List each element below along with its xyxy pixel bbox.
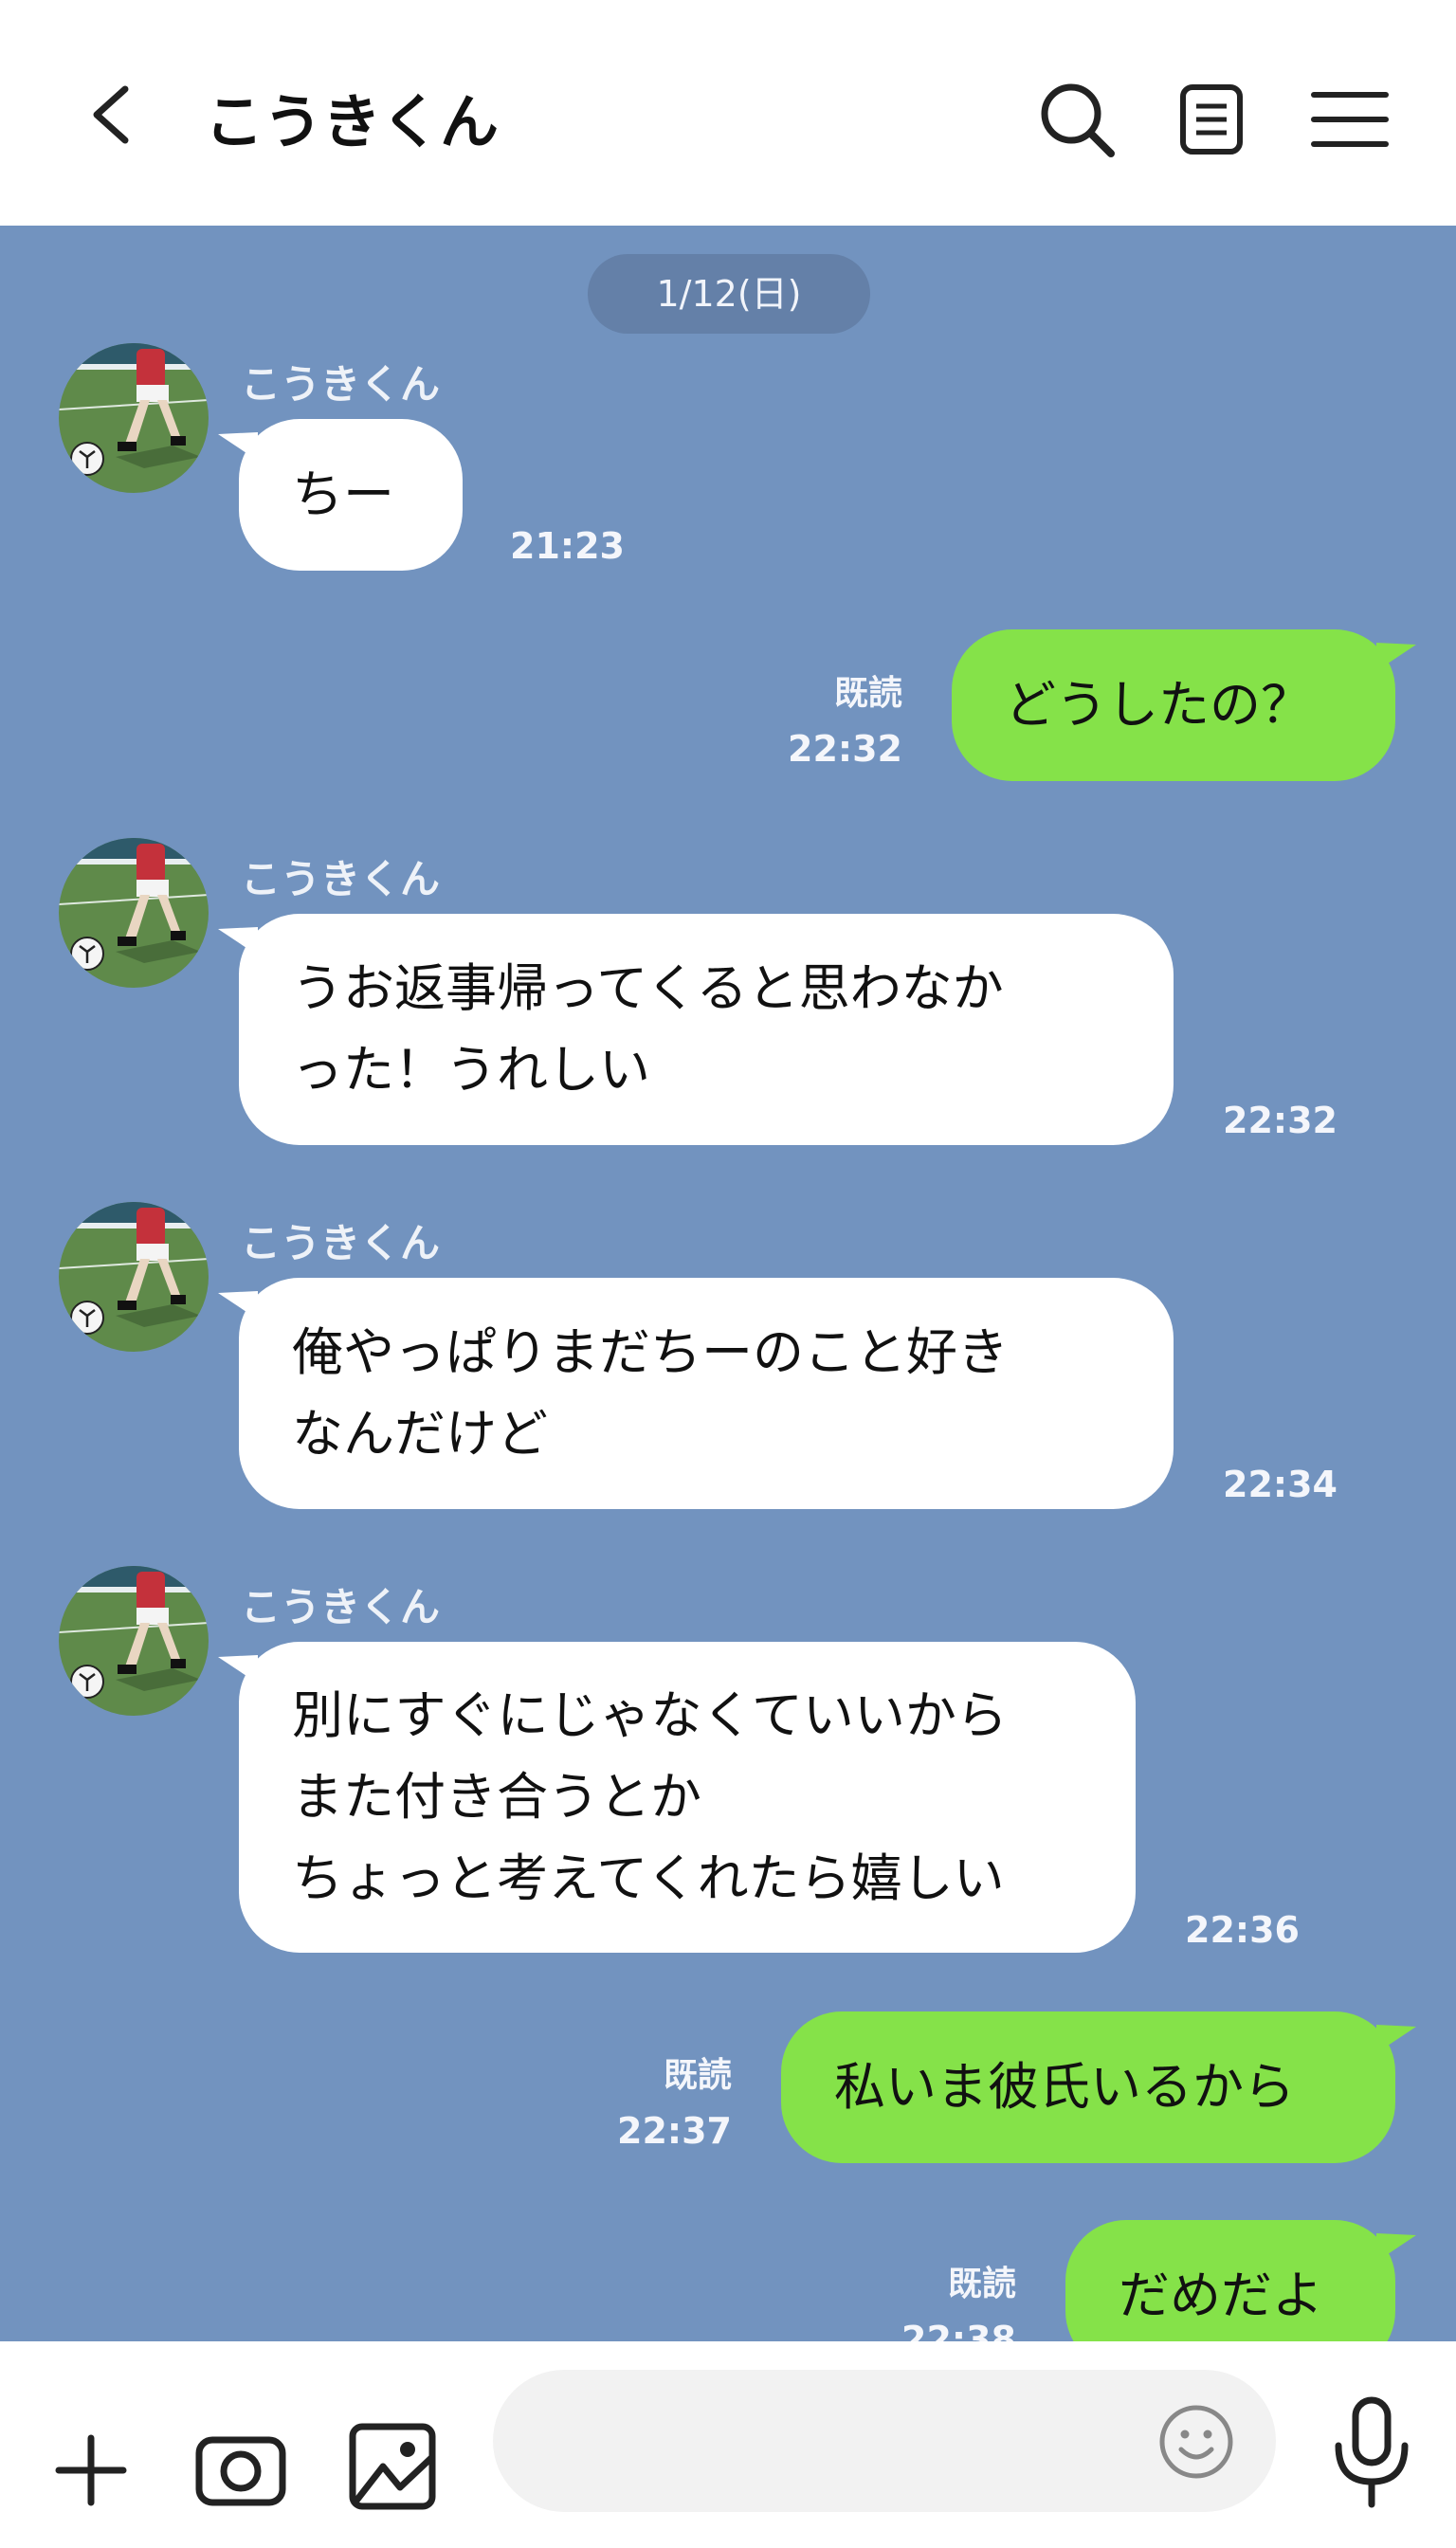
message-text: 別にすぐにじゃなくていいから また付き合うとか ちょっと考えてくれたら嬉しい [292,1685,1008,1908]
avatar-image [59,1566,209,1716]
chat-header: こうきくん [0,0,1456,226]
notes-button[interactable] [1172,80,1251,159]
bubble-tail [218,927,258,956]
message-text: 私いま彼氏いるから [834,2057,1295,2117]
camera-button[interactable] [193,2427,288,2512]
outgoing-message-bubble[interactable]: 私いま彼氏いるから [781,2011,1416,2163]
sender-name: こうきくん [241,361,441,408]
date-separator: 1/12(日) [588,254,870,334]
bubble-tail [1376,643,1416,671]
bubble-tail [1376,2233,1416,2262]
message-time: 22:37 [617,2110,732,2152]
sender-name: こうきくん [241,1584,441,1630]
avatar-image [59,343,209,493]
sender-avatar[interactable] [59,343,209,493]
message-time: 22:32 [788,728,902,770]
bubble-tail [218,432,258,461]
chat-area[interactable]: 1/12(日) こうきくん ちー 21:23 どうしたの？ 既読 22:32 こうきくん うお… [0,226,1456,2341]
image-button[interactable] [345,2419,440,2514]
sender-avatar[interactable] [59,838,209,988]
sender-avatar[interactable] [59,1202,209,1352]
read-receipt: 既読 [833,674,902,713]
notes-icon [1180,84,1243,155]
message-text: だめだよ [1119,2266,1323,2325]
back-arrow-icon [93,85,129,144]
plus-icon [55,2434,127,2506]
message-time: 22:36 [1185,1909,1300,1951]
bubble-tail [218,1655,258,1684]
image-icon [349,2423,436,2510]
read-receipt: 既読 [663,2056,732,2095]
incoming-message-bubble[interactable]: 俺やっぱりまだちーのこと好き なんだけど [218,1278,1174,1509]
input-bar [0,2341,1456,2548]
read-receipt: 既読 [947,2265,1016,2303]
outgoing-message-bubble[interactable]: どうしたの？ [952,629,1416,781]
sender-name: こうきくん [241,1220,441,1266]
chat-title: こうきくん [205,87,500,156]
message-text: どうしたの？ [1005,675,1312,735]
emoji-button[interactable] [1156,2402,1236,2482]
incoming-message-bubble[interactable]: 別にすぐにじゃなくていいから また付き合うとか ちょっと考えてくれたら嬉しい [218,1642,1136,1953]
avatar-image [59,838,209,988]
camera-icon [195,2436,286,2506]
menu-button[interactable] [1308,80,1392,159]
incoming-message-bubble[interactable]: うお返事帰ってくると思わなか った！うれしい [218,914,1174,1145]
message-time: 22:38 [901,2319,1016,2341]
message-text: ちー [292,464,394,524]
message-text: うお返事帰ってくると思わなか った！うれしい [292,958,1004,1100]
emoji-icon [1159,2405,1233,2479]
back-button[interactable] [76,72,152,157]
search-button[interactable] [1033,76,1119,161]
microphone-button[interactable] [1329,2396,1414,2508]
plus-button[interactable] [51,2430,131,2510]
sender-avatar[interactable] [59,1566,209,1716]
bubble-tail [1376,2025,1416,2053]
sender-name: こうきくん [241,856,441,902]
message-time: 21:23 [510,525,625,567]
incoming-message-bubble[interactable]: ちー [218,419,463,571]
search-icon [1041,83,1115,157]
message-text: 俺やっぱりまだちーのこと好き なんだけど [292,1322,1009,1464]
menu-icon [1311,92,1389,147]
microphone-icon [1335,2396,1409,2508]
message-time: 22:34 [1223,1464,1338,1505]
outgoing-message-bubble[interactable]: だめだよ [1065,2220,1416,2341]
bubble-tail [218,1291,258,1320]
message-time: 22:32 [1223,1100,1338,1141]
avatar-image [59,1202,209,1352]
